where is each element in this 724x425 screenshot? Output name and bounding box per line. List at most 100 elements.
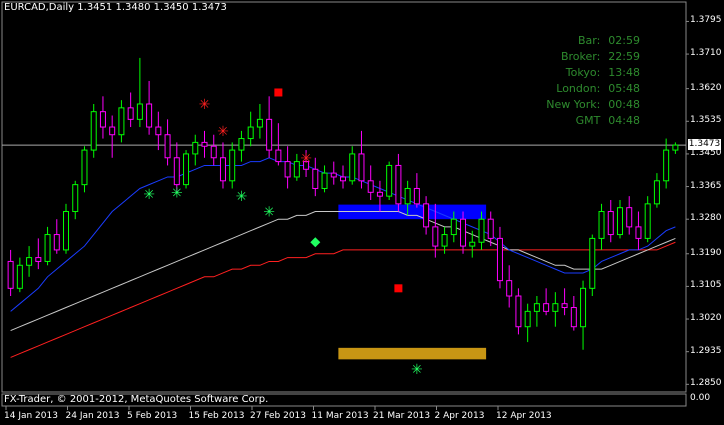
candle-body [340,176,346,182]
candle [395,153,402,212]
ohlc-open: 1.3451 [77,2,113,13]
candle [16,257,23,293]
candle-body [460,218,467,247]
candle-body [663,149,670,182]
candle-body [81,149,88,186]
copyright-text: FX-Trader, © 2001-2012, MetaQuotes Softw… [4,394,269,405]
candle-body [266,118,273,151]
candle [607,200,614,243]
candle-body [330,172,337,178]
candle-body [127,107,134,120]
subwindow-zero-label: 0.00 [690,393,711,403]
clock-value: 22:59 [608,50,640,63]
candle [99,96,106,139]
candle [219,142,226,189]
candle [506,265,513,308]
clock-row: New York: 00:48 [546,98,640,111]
date-tick-label: 24 Jan 2013 [65,411,120,421]
price-tick-label: 1.3190 [690,247,722,258]
candle [155,111,162,151]
candle-body [63,211,70,251]
candle [127,92,134,128]
candle-body [183,153,190,186]
candle-body [653,180,660,205]
candle-body [423,203,430,228]
clock-row: GMT 04:48 [576,114,640,127]
candle [293,153,300,181]
candle-body [229,149,236,182]
green-star-marker: ✳ [263,205,275,221]
candle [330,161,337,185]
candle [210,134,217,166]
clock-value: 04:48 [608,114,640,127]
clock-label: Tokyo: [565,66,601,79]
candle-body [441,234,448,247]
green-star-marker: ✳ [236,189,248,205]
candle [26,246,33,277]
candle [580,280,587,350]
candle [238,130,245,162]
candle-body [496,237,503,282]
date-tick-label: 14 Jan 2013 [4,411,58,421]
candle [284,146,291,189]
ma-slow-line [10,241,676,358]
candle-body [515,295,522,328]
red-star-marker: ✳ [217,124,229,140]
candle-body [386,164,393,197]
clock-row: London: 05:48 [556,82,640,95]
candle-body [626,207,633,228]
candle [515,288,522,335]
price-tick-label: 1.2935 [690,345,722,356]
candle-body [275,149,282,163]
candle [72,180,79,220]
clock-value: 13:48 [608,66,640,79]
red-square-marker [394,284,403,293]
candle [192,134,199,166]
candle-body [210,145,217,159]
date-tick-label: 2 Apr 2013 [434,411,485,421]
candle-body [321,172,328,189]
clock-label: London: [556,82,601,95]
green-star-marker: ✳ [143,187,155,203]
candle [275,123,282,166]
candle [672,142,679,154]
candle-body [635,226,642,239]
clock-row: Bar: 02:59 [578,34,640,47]
candle-body [26,257,33,266]
chart-header: EURCAD,Daily 1.3451 1.3480 1.3450 1.3473 [4,2,227,13]
price-chart[interactable]: ✳ ✳ ✳ ✳ ✳ ✳ ✳ ✳ [0,0,724,425]
price-tick-label: 1.3535 [690,115,722,126]
candle [35,238,42,270]
candle-body [349,153,356,182]
candle-body [35,257,42,262]
candle [340,165,346,189]
candle-body [192,141,199,155]
candle-body [44,234,51,262]
price-tick-label: 1.3710 [690,48,722,59]
candle [312,157,319,197]
candle [543,288,550,316]
candle [570,296,577,331]
candle-body [247,126,254,140]
candle-body [570,307,577,328]
candle [118,100,125,143]
candle [266,96,273,158]
candle [616,200,623,239]
candle-body [256,118,263,128]
candle-body [99,111,106,128]
candle-body [598,211,605,239]
candle-body [7,260,14,289]
clock-value: 05:48 [608,82,640,95]
candle [256,104,263,139]
price-tick-label: 1.2850 [690,378,722,389]
candle [663,138,670,189]
candle-body [201,141,208,147]
candle-body [644,203,651,239]
candle [44,226,51,266]
date-tick-label: 27 Feb 2013 [250,411,307,421]
candle [136,57,143,128]
candle [626,196,633,235]
price-tick-label: 1.3105 [690,280,722,291]
candle-body [118,107,125,136]
candle-body [219,157,226,182]
